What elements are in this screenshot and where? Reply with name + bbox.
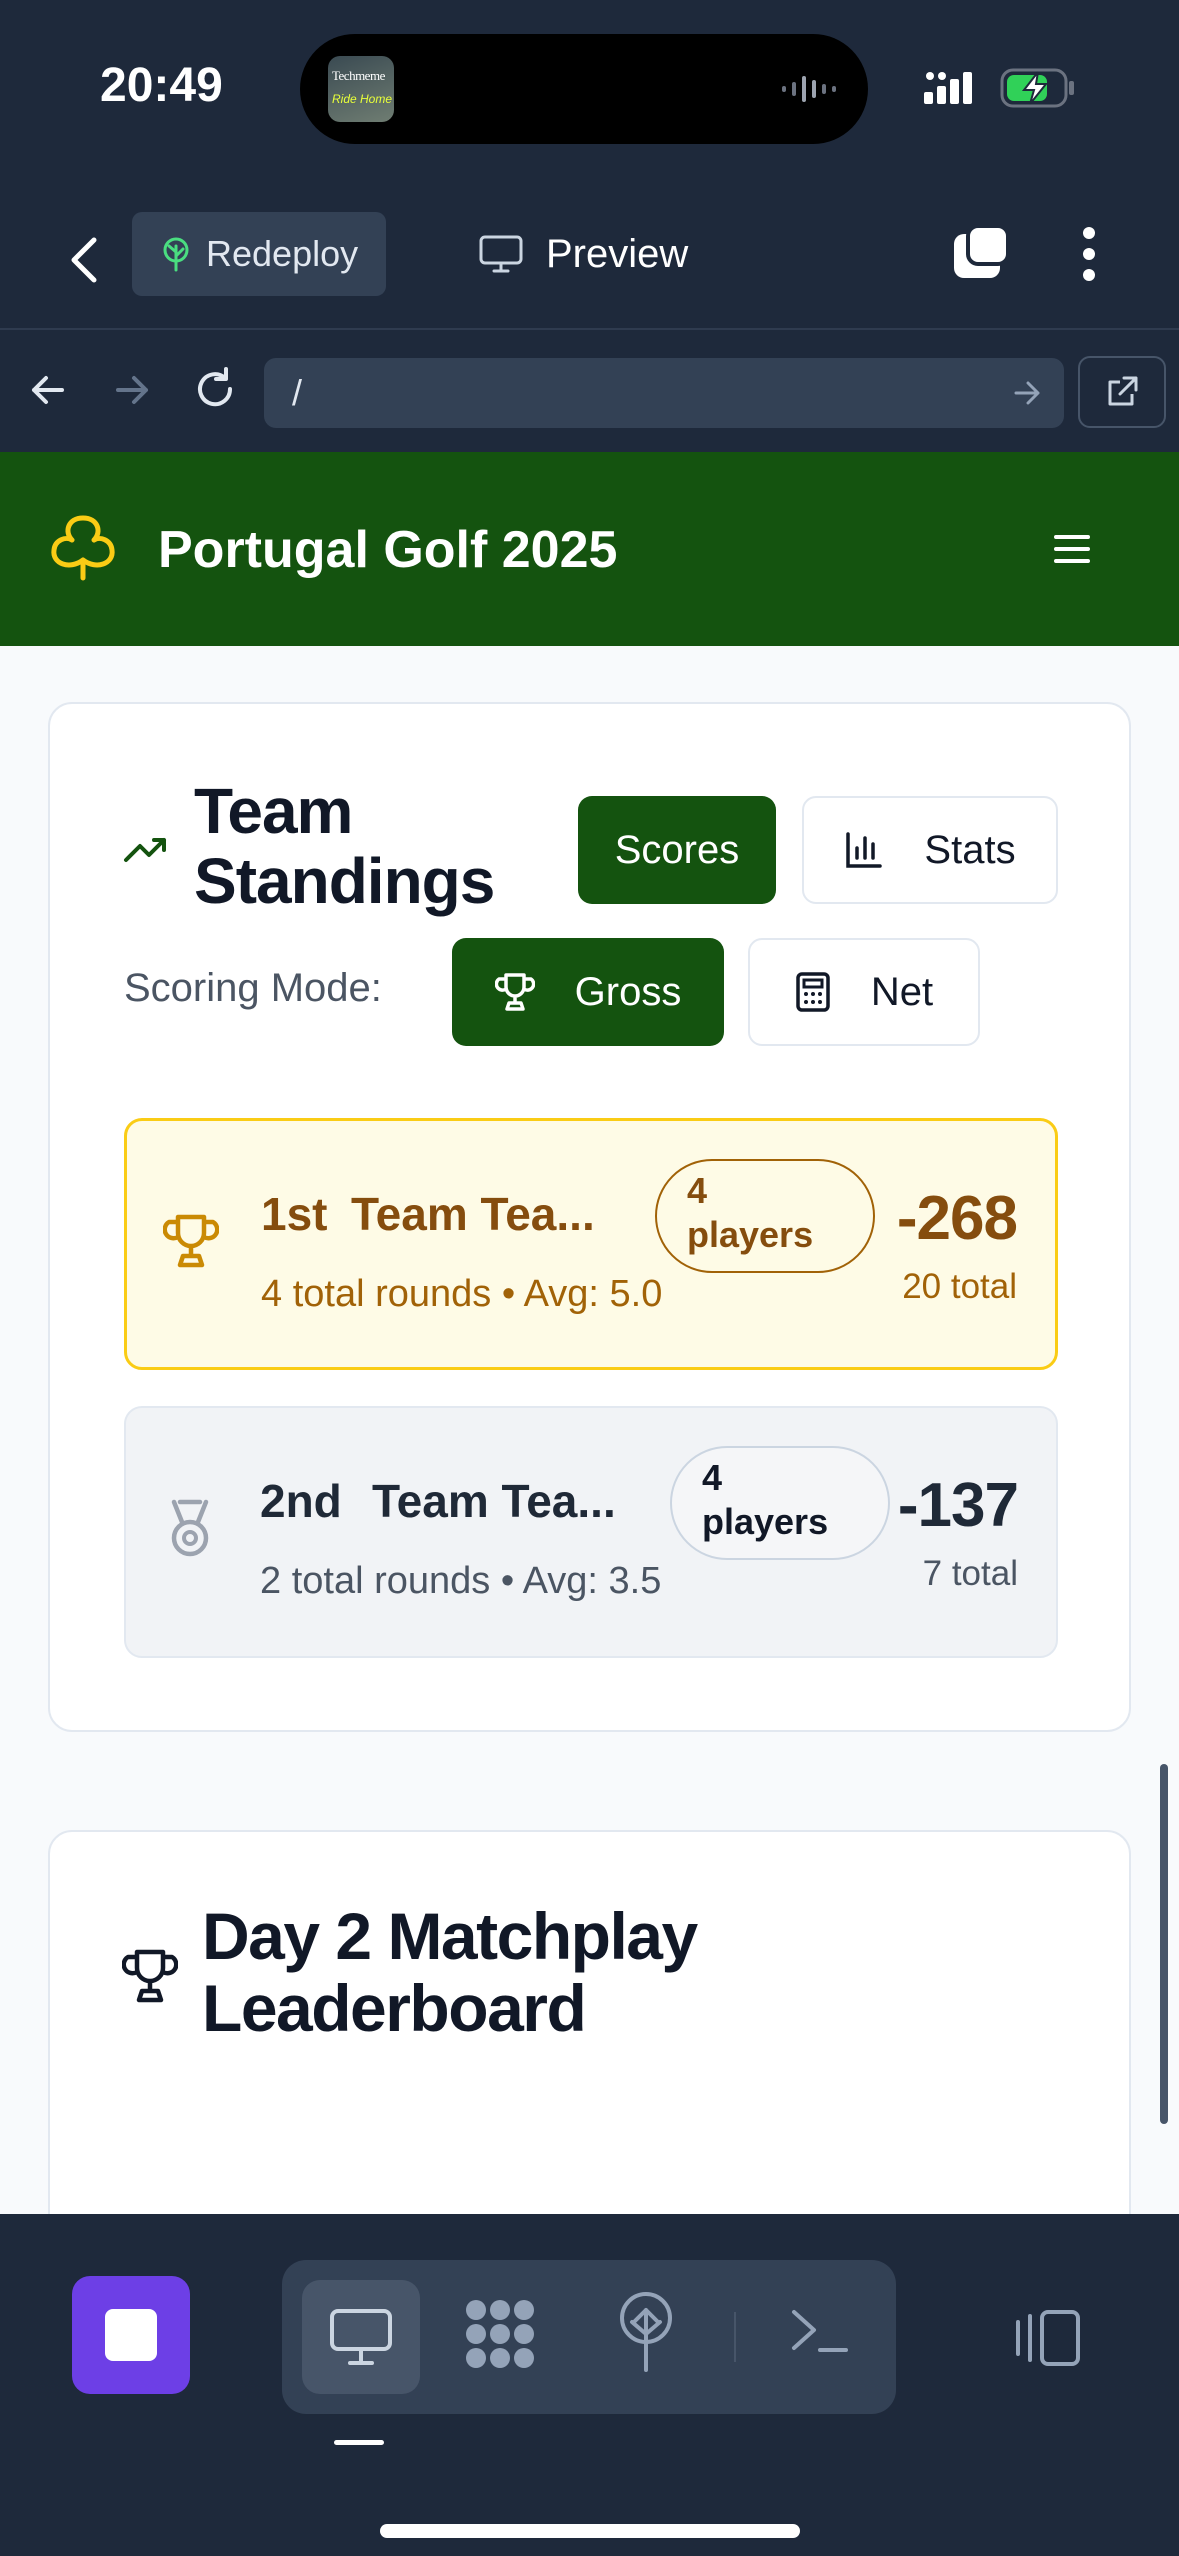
separator-dot: • — [500, 1560, 523, 1602]
team-name: Team Tea... — [372, 1475, 616, 1527]
dynamic-island[interactable]: Techmeme Ride Home — [300, 34, 868, 144]
separator-dot: • — [501, 1273, 524, 1315]
stats-label: Stats — [924, 827, 1016, 872]
arrow-left-icon[interactable] — [28, 370, 68, 410]
net-label: Net — [870, 969, 934, 1014]
players-badge: 4 players — [670, 1446, 890, 1560]
dock-preview-tab[interactable] — [302, 2280, 420, 2394]
go-arrow-icon[interactable] — [1012, 378, 1042, 408]
preview-icon — [330, 2309, 392, 2365]
section-title: Team Standings — [194, 775, 495, 917]
preview-label: Preview — [546, 231, 689, 276]
trophy-icon — [494, 973, 535, 1011]
audio-wave-icon — [782, 76, 836, 102]
trophy-icon — [122, 1949, 178, 2003]
team-score: -137 — [897, 1471, 1019, 1540]
dock-tab-group — [282, 2260, 896, 2414]
monitor-icon — [479, 235, 523, 273]
redeploy-button[interactable]: Redeploy — [132, 212, 386, 296]
stats-tab[interactable]: Stats — [802, 796, 1058, 904]
side-panel-icon[interactable] — [1010, 2308, 1082, 2368]
players-count: 4 — [702, 1457, 723, 1498]
stop-icon — [105, 2309, 157, 2361]
open-external-button[interactable] — [1078, 356, 1166, 428]
artwork-text-2: Ride Home — [332, 92, 393, 106]
team-standing-row[interactable]: 2nd Team Tea... 4 players 2 total rounds… — [124, 1406, 1058, 1658]
trophy-icon — [163, 1214, 219, 1268]
team-summary: 2 total rounds • Avg: 3.5 — [260, 1560, 661, 1603]
url-text: / — [292, 372, 303, 413]
home-indicator[interactable] — [380, 2524, 800, 2538]
tabs-icon[interactable] — [950, 222, 1012, 282]
bottom-dock — [0, 2214, 1179, 2556]
url-input[interactable]: / — [264, 358, 1064, 428]
matchplay-leaderboard-card: Day 2 Matchplay Leaderboard — [48, 1830, 1131, 2214]
team-rank: 1st — [261, 1188, 328, 1240]
clock: 20:49 — [100, 59, 223, 112]
url-row: / — [0, 332, 1179, 452]
apps-icon[interactable] — [462, 2296, 538, 2372]
medal-icon — [171, 1499, 209, 1557]
preview-button[interactable]: Preview — [478, 212, 688, 296]
net-mode-button[interactable]: Net — [748, 938, 980, 1046]
cellular-signal-icon — [924, 72, 972, 104]
team-total: 7 total — [922, 1554, 1018, 1593]
site-title: Portugal Golf 2025 — [158, 521, 618, 579]
back-chevron-icon[interactable] — [60, 230, 110, 290]
calculator-icon — [796, 972, 830, 1012]
clover-logo-icon — [51, 515, 115, 581]
dock-divider — [734, 2312, 736, 2362]
artwork-text-1: Techmeme — [332, 68, 385, 83]
rounds-text: 2 total rounds — [260, 1560, 491, 1602]
stop-button[interactable] — [72, 2276, 190, 2394]
external-link-icon — [1108, 376, 1138, 406]
players-word: players — [702, 1501, 829, 1542]
avg-text: Avg: 3.5 — [522, 1560, 662, 1602]
team-rank: 2nd — [260, 1475, 342, 1527]
team-total: 20 total — [902, 1267, 1017, 1306]
scrollbar[interactable] — [1160, 1764, 1168, 2124]
more-vertical-icon[interactable] — [1080, 226, 1098, 282]
trending-up-icon — [124, 838, 166, 862]
web-preview: Portugal Golf 2025 Team Standings Scores… — [0, 452, 1179, 2214]
hamburger-menu-icon[interactable] — [1052, 532, 1092, 566]
reload-icon[interactable] — [192, 366, 238, 412]
rounds-text: 4 total rounds — [261, 1273, 492, 1315]
redeploy-label: Redeploy — [206, 233, 359, 274]
players-word: players — [687, 1214, 814, 1255]
site-header: Portugal Golf 2025 — [0, 452, 1179, 646]
shell-icon[interactable] — [788, 2306, 850, 2356]
avg-text: Avg: 5.0 — [523, 1273, 663, 1315]
team-score: -268 — [896, 1184, 1018, 1253]
bar-chart-icon — [846, 832, 883, 868]
gross-mode-button[interactable]: Gross — [452, 938, 724, 1046]
status-bar: 20:49 Techmeme Ride Home — [0, 0, 1179, 190]
deploy-tree-icon — [163, 237, 189, 272]
now-playing-artwork: Techmeme Ride Home — [328, 56, 394, 122]
team-name: Team Tea... — [351, 1188, 595, 1240]
gross-label: Gross — [574, 969, 682, 1014]
team-standings-card: Team Standings Scores Stats Scoring Mode… — [48, 702, 1131, 1732]
players-badge: 4 players — [655, 1159, 875, 1273]
players-count: 4 — [687, 1170, 708, 1211]
team-standing-row[interactable]: 1st Team Tea... 4 players 4 total rounds… — [124, 1118, 1058, 1370]
active-tab-indicator — [334, 2440, 384, 2445]
scoring-mode-label: Scoring Mode: — [124, 966, 382, 1010]
battery-charging-icon — [1000, 68, 1074, 108]
section-title: Day 2 Matchplay Leaderboard — [202, 1899, 698, 2045]
arrow-right-icon[interactable] — [112, 370, 152, 410]
scores-tab[interactable]: Scores — [578, 796, 776, 904]
team-summary: 4 total rounds • Avg: 5.0 — [261, 1273, 662, 1316]
deploy-icon[interactable] — [616, 2290, 676, 2372]
